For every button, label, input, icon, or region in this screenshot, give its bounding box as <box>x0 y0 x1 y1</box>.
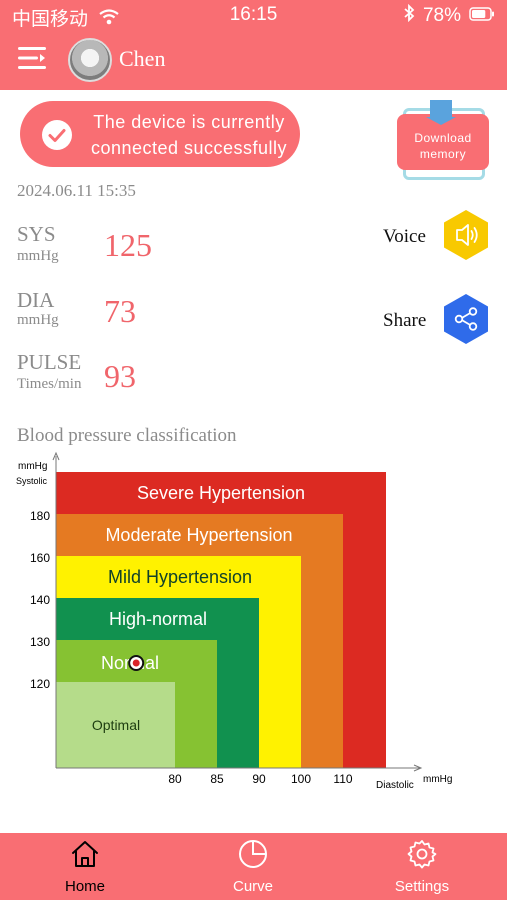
home-icon <box>72 841 98 867</box>
share-icon <box>444 294 488 344</box>
avatar[interactable] <box>68 38 112 82</box>
connection-message: The device is currently connected succes… <box>90 112 288 158</box>
y-tick-140: 140 <box>30 593 50 607</box>
share-button[interactable] <box>442 293 490 345</box>
y-axis-unit: mmHg <box>18 461 47 472</box>
reading-datetime: 2024.06.11 15:35 <box>17 181 136 200</box>
x-axis-unit: mmHg <box>423 774 452 785</box>
y-tick-120: 120 <box>30 677 50 691</box>
y-tick-130: 130 <box>30 635 50 649</box>
tab-home-label: Home <box>64 878 105 895</box>
battery-icon <box>469 5 495 27</box>
x-tick-100: 100 <box>291 772 311 786</box>
download-memory-button[interactable]: Download memory <box>397 100 491 180</box>
voice-label: Voice <box>383 226 426 247</box>
sys-unit: mmHg <box>17 248 59 264</box>
x-axis-label: Diastolic <box>376 780 414 791</box>
tab-settings[interactable]: Settings <box>362 833 482 900</box>
menu-icon[interactable] <box>18 45 48 71</box>
x-tick-110: 110 <box>333 772 352 786</box>
download-arrow-icon <box>430 100 452 118</box>
voice-button[interactable] <box>442 209 490 261</box>
check-icon <box>42 120 72 150</box>
battery-percent: 78% <box>422 5 461 26</box>
bp-classification-chart: Severe Hypertension Moderate Hypertension… <box>16 451 452 791</box>
classification-title: Blood pressure classification <box>17 425 237 446</box>
pulse-unit: Times/min <box>17 376 82 392</box>
tab-curve[interactable]: Curve <box>193 833 313 900</box>
pie-chart-icon <box>239 840 267 868</box>
share-label: Share <box>383 310 427 331</box>
pulse-label: PULSE <box>17 350 82 374</box>
status-bar: 中国移动 16:15 78% <box>0 0 507 30</box>
zone-label-moderate-hypertension: Moderate Hypertension <box>105 525 292 545</box>
dia-unit: mmHg <box>17 312 59 328</box>
sys-label: SYS <box>17 222 56 246</box>
reading-marker-dot <box>132 659 140 667</box>
pulse-value: 93 <box>104 358 136 394</box>
zone-label-high-normal: High-normal <box>109 609 207 629</box>
x-tick-80: 80 <box>168 772 182 786</box>
tab-settings-label: Settings <box>394 878 450 895</box>
y-tick-160: 160 <box>30 551 50 565</box>
zone-label-optimal: Optimal <box>92 717 140 733</box>
tab-curve-label: Curve <box>232 878 273 895</box>
y-axis-label: Systolic <box>16 476 48 486</box>
y-tick-180: 180 <box>30 509 50 523</box>
gear-icon <box>407 840 437 869</box>
app-header: Chen <box>0 30 507 90</box>
download-arrow-tip <box>426 117 456 125</box>
sys-value: 125 <box>104 227 152 263</box>
dia-label: DIA <box>17 288 55 312</box>
speaker-icon <box>444 210 488 260</box>
download-memory-label: Download memory <box>414 131 472 161</box>
status-right: 78% <box>403 3 495 28</box>
x-tick-90: 90 <box>252 772 266 786</box>
connection-status-badge: The device is currently connected succes… <box>20 101 300 167</box>
x-tick-85: 85 <box>210 772 224 786</box>
username: Chen <box>119 46 166 71</box>
bluetooth-icon <box>403 3 415 28</box>
dia-value: 73 <box>104 293 136 329</box>
zone-label-mild-hypertension: Mild Hypertension <box>108 567 252 587</box>
tab-home[interactable]: Home <box>25 833 145 900</box>
zone-label-severe-hypertension: Severe Hypertension <box>137 483 305 503</box>
bottom-tab-bar: Home Curve Settings <box>0 833 507 900</box>
